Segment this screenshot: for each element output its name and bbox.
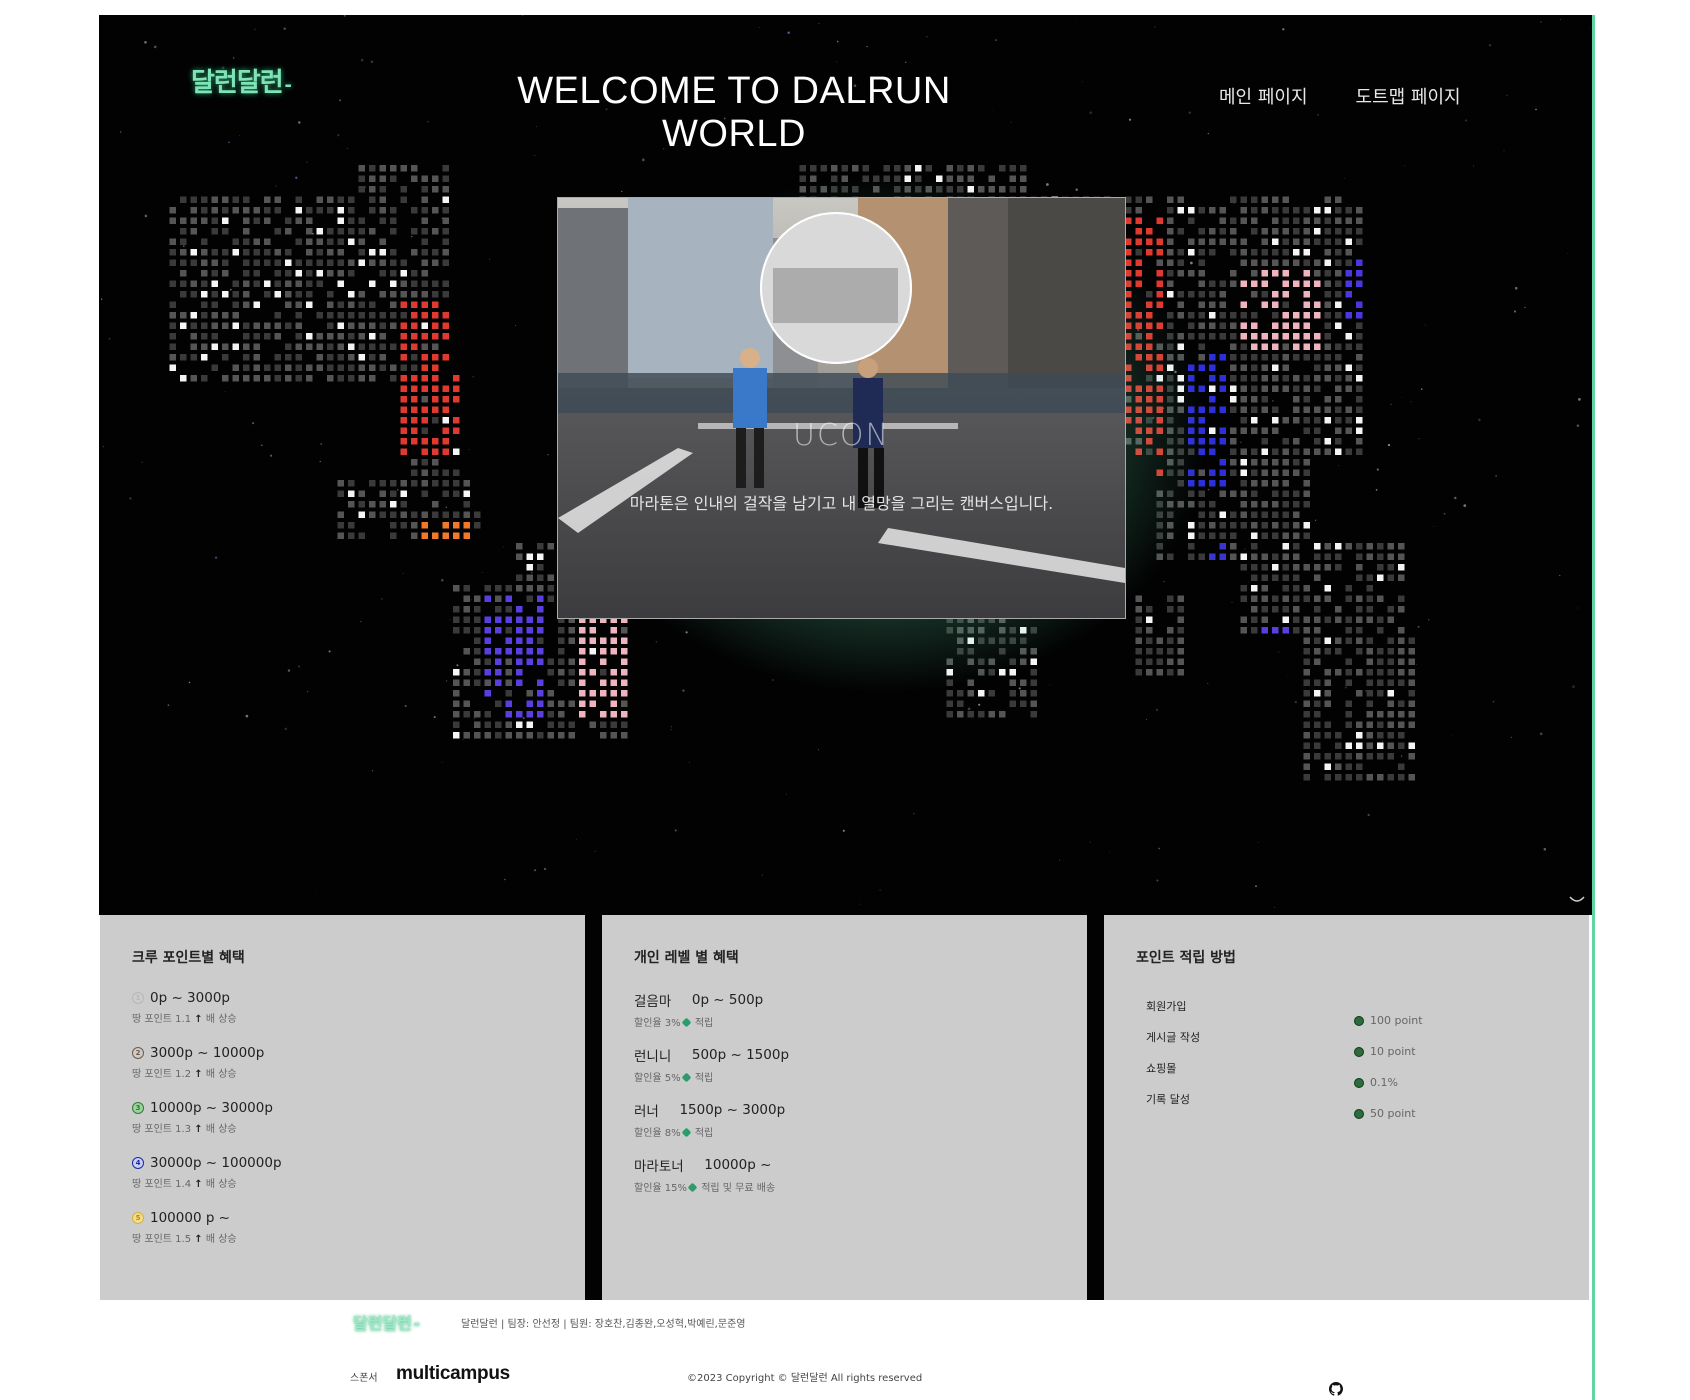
copyright: ©2023 Copyright © 달런달런 All rights reserv… bbox=[687, 1373, 923, 1384]
dot-icon bbox=[1354, 1077, 1364, 1088]
tier-2-icon: 2 bbox=[132, 1047, 144, 1059]
level-item: 걸음마 0p ~ 500p 할인율 3% 적립 bbox=[634, 990, 763, 1029]
tier-range: 10000p ~ 30000p bbox=[150, 1100, 273, 1116]
gem-icon bbox=[687, 1182, 698, 1193]
tier-desc: 땅 포인트 1.1 bbox=[132, 1014, 192, 1025]
github-icon[interactable] bbox=[1329, 1382, 1343, 1396]
tier-desc: 땅 포인트 1.5 bbox=[132, 1234, 192, 1245]
marathon-photo bbox=[558, 198, 1125, 618]
level-desc-suffix: 적립 bbox=[694, 1018, 714, 1029]
page-title: WELCOME TO DALRUN WORLD bbox=[517, 70, 951, 155]
tier-desc-suffix: 배 상승 bbox=[205, 1234, 237, 1245]
arrow-up-icon: ↑ bbox=[194, 1014, 203, 1025]
crew-tier-item: 5 100000 p ~ 땅 포인트 1.5 ↑ 배 상승 bbox=[132, 1210, 237, 1245]
level-name: 러너 bbox=[634, 1104, 659, 1120]
level-range: 500p ~ 1500p bbox=[691, 1047, 790, 1063]
sponsor-label: 스폰서 bbox=[350, 1373, 378, 1384]
panel-divider bbox=[585, 915, 602, 1300]
level-item: 마라토너 10000p ~ 할인율 15% 적립 및 무료 배송 bbox=[634, 1155, 775, 1194]
point-row: 기록 달성 50 point bbox=[1146, 1091, 1566, 1120]
crew-benefits-panel: 크루 포인트별 혜택 1 0p ~ 3000p 땅 포인트 1.1 ↑ 배 상승… bbox=[100, 915, 585, 1300]
level-desc-suffix: 적립 및 무료 배송 bbox=[701, 1183, 776, 1194]
level-desc: 할인율 8% bbox=[634, 1128, 681, 1139]
crew-tier-item: 1 0p ~ 3000p 땅 포인트 1.1 ↑ 배 상승 bbox=[132, 990, 237, 1025]
panel-title: 포인트 적립 방법 bbox=[1136, 950, 1236, 966]
level-desc-suffix: 적립 bbox=[694, 1128, 714, 1139]
level-desc: 할인율 3% bbox=[634, 1018, 681, 1029]
dot-icon bbox=[1354, 1108, 1364, 1119]
gem-icon bbox=[681, 1017, 692, 1028]
chevron-down-icon[interactable] bbox=[1568, 895, 1586, 905]
level-name: 마라토너 bbox=[634, 1159, 684, 1175]
scroll-accent-line bbox=[1592, 15, 1595, 1400]
point-value: 10 point bbox=[1370, 1045, 1416, 1058]
tier-desc-suffix: 배 상승 bbox=[205, 1124, 237, 1135]
arrow-up-icon: ↑ bbox=[194, 1179, 203, 1190]
arrow-up-icon: ↑ bbox=[194, 1069, 203, 1080]
level-desc-suffix: 적립 bbox=[694, 1073, 714, 1084]
panel-title: 개인 레벨 별 혜택 bbox=[634, 950, 739, 966]
gem-icon bbox=[681, 1072, 692, 1083]
top-nav: 메인 페이지 도트맵 페이지 bbox=[1219, 83, 1461, 109]
point-label: 기록 달성 bbox=[1146, 1093, 1190, 1106]
level-benefits-panel: 개인 레벨 별 혜택 걸음마 0p ~ 500p 할인율 3% 적립 런니니 5… bbox=[602, 915, 1087, 1300]
level-desc: 할인율 15% bbox=[634, 1183, 688, 1194]
crew-tier-item: 2 3000p ~ 10000p 땅 포인트 1.2 ↑ 배 상승 bbox=[132, 1045, 264, 1080]
hero-photo: UCON 마라톤은 인내의 걸작을 남기고 내 열망을 그리는 캔버스입니다. bbox=[557, 197, 1126, 619]
tier-3-icon: 3 bbox=[132, 1102, 144, 1114]
point-row: 회원가입 100 point bbox=[1146, 998, 1566, 1027]
point-value: 0.1% bbox=[1370, 1076, 1398, 1089]
footer-logo[interactable]: 달런달런- bbox=[353, 1310, 422, 1334]
tier-desc: 땅 포인트 1.4 bbox=[132, 1179, 192, 1190]
panel-divider bbox=[1087, 915, 1104, 1300]
point-label: 회원가입 bbox=[1146, 1000, 1187, 1013]
level-name: 걸음마 bbox=[634, 994, 672, 1010]
level-desc: 할인율 5% bbox=[634, 1073, 681, 1084]
footer: 달런달런- 달런달런 | 팀장: 안선정 | 팀원: 장호찬,김종완,오성혁,박… bbox=[99, 1300, 1592, 1400]
footer-team-info: 달런달런 | 팀장: 안선정 | 팀원: 장호찬,김종완,오성혁,박예린,문준영 bbox=[461, 1319, 746, 1330]
point-label: 게시글 작성 bbox=[1146, 1031, 1201, 1044]
tier-range: 0p ~ 3000p bbox=[150, 990, 230, 1006]
tier-desc-suffix: 배 상승 bbox=[205, 1179, 237, 1190]
page-frame: 달런달런- WELCOME TO DALRUN WORLD 메인 페이지 도트맵… bbox=[99, 15, 1592, 1400]
nav-main-page[interactable]: 메인 페이지 bbox=[1219, 83, 1308, 109]
tier-range: 100000 p ~ bbox=[150, 1210, 230, 1226]
panel-title: 크루 포인트별 혜택 bbox=[132, 950, 245, 966]
level-range: 10000p ~ bbox=[704, 1157, 772, 1173]
tier-5-icon: 5 bbox=[132, 1212, 144, 1224]
tier-range: 3000p ~ 10000p bbox=[150, 1045, 265, 1061]
dot-icon bbox=[1354, 1015, 1364, 1026]
point-label: 쇼핑몰 bbox=[1146, 1062, 1177, 1075]
point-row: 게시글 작성 10 point bbox=[1146, 1029, 1566, 1058]
level-range: 1500p ~ 3000p bbox=[679, 1102, 786, 1118]
tier-1-icon: 1 bbox=[132, 992, 144, 1004]
hero-slogan: 마라톤은 인내의 걸작을 남기고 내 열망을 그리는 캔버스입니다. bbox=[629, 494, 1054, 513]
dot-icon bbox=[1354, 1046, 1364, 1057]
tier-range: 30000p ~ 100000p bbox=[150, 1155, 282, 1171]
level-item: 런니니 500p ~ 1500p 할인율 5% 적립 bbox=[634, 1045, 789, 1084]
point-value: 50 point bbox=[1370, 1107, 1416, 1120]
tier-desc: 땅 포인트 1.3 bbox=[132, 1124, 192, 1135]
point-row: 쇼핑몰 0.1% bbox=[1146, 1060, 1566, 1089]
point-methods-panel: 포인트 적립 방법 회원가입 100 point 게시글 작성 10 point… bbox=[1104, 915, 1589, 1300]
nav-dotmap-page[interactable]: 도트맵 페이지 bbox=[1356, 83, 1461, 109]
point-value: 100 point bbox=[1370, 1014, 1423, 1027]
tier-desc: 땅 포인트 1.2 bbox=[132, 1069, 192, 1080]
tier-desc-suffix: 배 상승 bbox=[205, 1069, 237, 1080]
sponsor-logo[interactable]: multicampus bbox=[396, 1363, 510, 1385]
level-range: 0p ~ 500p bbox=[691, 992, 764, 1008]
brand-mark: UCON bbox=[793, 418, 890, 453]
arrow-up-icon: ↑ bbox=[194, 1124, 203, 1135]
hero-section: 달런달런- WELCOME TO DALRUN WORLD 메인 페이지 도트맵… bbox=[99, 15, 1592, 915]
arrow-up-icon: ↑ bbox=[194, 1234, 203, 1245]
level-item: 러너 1500p ~ 3000p 할인율 8% 적립 bbox=[634, 1100, 785, 1139]
tier-desc-suffix: 배 상승 bbox=[205, 1014, 237, 1025]
crew-tier-item: 3 10000p ~ 30000p 땅 포인트 1.3 ↑ 배 상승 bbox=[132, 1100, 273, 1135]
level-name: 런니니 bbox=[634, 1049, 672, 1065]
site-logo[interactable]: 달런달런- bbox=[191, 62, 294, 99]
tier-4-icon: 4 bbox=[132, 1157, 144, 1169]
crew-tier-item: 4 30000p ~ 100000p 땅 포인트 1.4 ↑ 배 상승 bbox=[132, 1155, 282, 1190]
gem-icon bbox=[681, 1127, 692, 1138]
